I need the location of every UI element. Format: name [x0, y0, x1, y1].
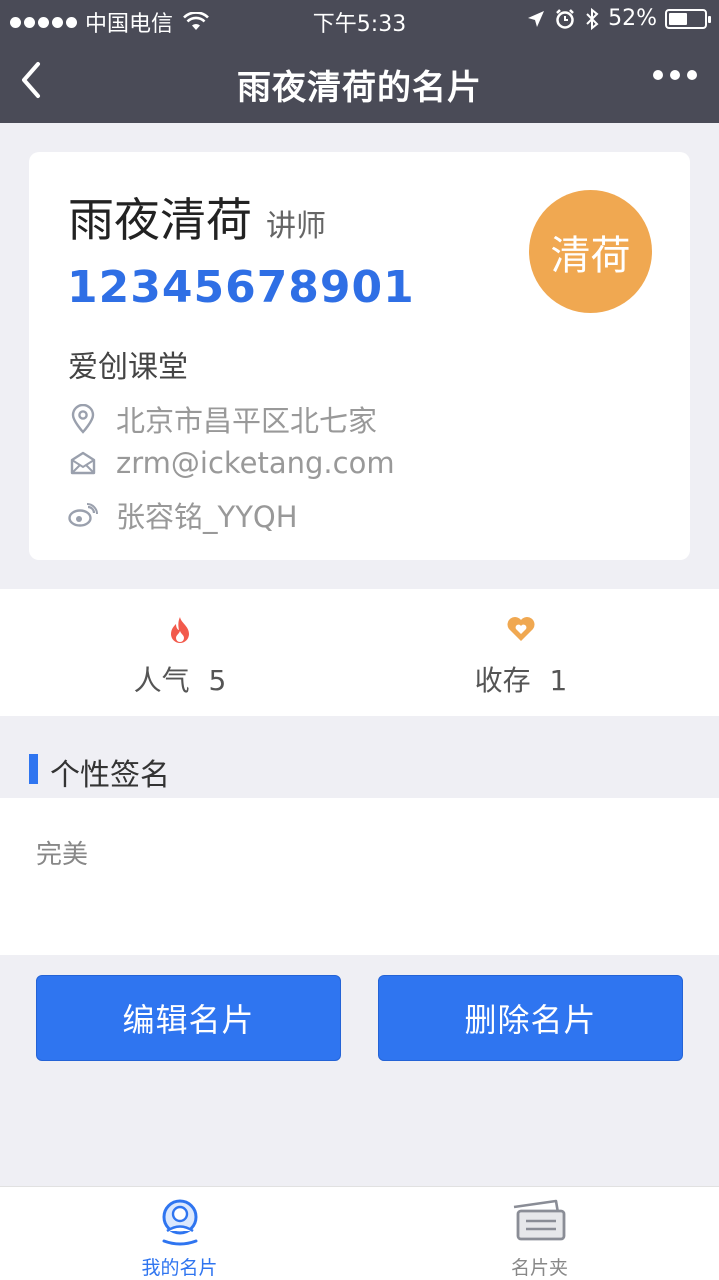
business-card: 雨夜清荷 讲师 12345678901 爱创课堂 北京市昌平区北七家 zrm@i… — [29, 152, 690, 560]
popularity-value: 5 — [208, 664, 227, 697]
tab-card-holder-label: 名片夹 — [510, 1257, 568, 1279]
avatar: 清荷 — [529, 190, 652, 313]
card-address: 北京市昌平区北七家 — [116, 404, 378, 438]
card-weibo: 张容铭_YYQH — [116, 500, 298, 534]
flame-icon — [0, 615, 360, 647]
battery-percent: 52% — [608, 6, 657, 31]
tab-card-holder[interactable]: 名片夹 — [360, 1187, 719, 1280]
email-line: zrm@icketang.com — [68, 446, 395, 480]
top-bar: 中国电信 下午5:33 52% 雨夜清荷的名片 — [0, 0, 719, 123]
bluetooth-icon — [586, 7, 599, 30]
address-line: 北京市昌平区北七家 — [68, 398, 377, 440]
delete-card-button[interactable]: 删除名片 — [378, 975, 683, 1061]
status-right: 52% — [526, 6, 711, 31]
favorite-stat[interactable]: 收存 1 — [341, 589, 701, 716]
envelope-icon — [68, 448, 98, 478]
signature-body: 完美 — [0, 798, 719, 955]
card-email[interactable]: zrm@icketang.com — [116, 446, 395, 480]
favorite-value: 1 — [549, 664, 568, 697]
nav-bar: 雨夜清荷的名片 — [0, 40, 719, 123]
tab-my-card-label: 我的名片 — [141, 1257, 218, 1279]
location-pin-icon — [68, 404, 98, 434]
card-phone[interactable]: 12345678901 — [67, 262, 415, 313]
battery-fill — [669, 12, 687, 25]
popularity-stat: 人气 5 — [0, 589, 360, 716]
more-dot-icon — [670, 70, 680, 80]
more-dot-icon — [653, 70, 663, 80]
signature-heading: 个性签名 — [50, 758, 170, 793]
heart-icon — [341, 615, 701, 647]
tab-my-card[interactable]: 我的名片 — [0, 1187, 359, 1280]
page-title: 雨夜清荷的名片 — [237, 68, 482, 108]
card-company: 爱创课堂 — [68, 350, 188, 385]
stats-panel: 人气 5 收存 1 — [0, 589, 719, 716]
card-role: 讲师 — [266, 209, 326, 244]
more-button[interactable] — [653, 70, 697, 80]
favorite-text: 收存 1 — [341, 659, 701, 699]
section-accent-bar — [29, 754, 38, 784]
edit-card-button[interactable]: 编辑名片 — [36, 975, 341, 1061]
weibo-icon — [68, 500, 98, 530]
popularity-text: 人气 5 — [0, 659, 360, 699]
signature-text: 完美 — [36, 840, 89, 870]
status-bar: 中国电信 下午5:33 52% — [0, 0, 719, 40]
weibo-line: 张容铭_YYQH — [68, 494, 298, 536]
tab-bar: 我的名片 名片夹 — [0, 1186, 719, 1280]
alarm-icon — [556, 8, 574, 29]
favorite-label: 收存 — [474, 664, 531, 697]
more-dot-icon — [687, 70, 697, 80]
battery-icon — [665, 8, 711, 29]
card-holder-icon — [360, 1197, 719, 1249]
location-arrow-icon — [528, 10, 545, 27]
name-row: 雨夜清荷 讲师 — [68, 184, 326, 250]
popularity-label: 人气 — [133, 664, 190, 697]
card-name: 雨夜清荷 — [68, 193, 252, 247]
user-card-icon — [0, 1197, 359, 1249]
signature-header: 个性签名 — [0, 716, 719, 798]
